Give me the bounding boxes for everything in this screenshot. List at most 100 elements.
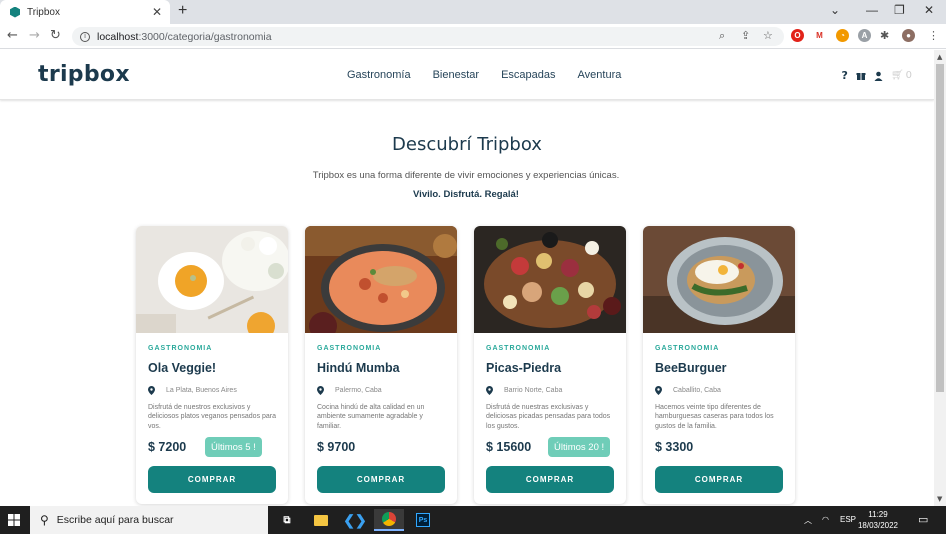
card-title[interactable]: Hindú Mumba xyxy=(317,361,400,375)
card-location: Caballito, Caba xyxy=(655,386,721,395)
user-icon[interactable] xyxy=(874,71,883,81)
vscode-icon[interactable]: ❮❯ xyxy=(340,509,370,531)
header-icons: ? 🛒︎ 0 xyxy=(842,69,912,82)
browser-menu-icon[interactable]: ⋮ xyxy=(928,29,939,42)
url-host: localhost xyxy=(97,30,139,43)
cart-icon[interactable]: 🛒︎ xyxy=(891,70,904,81)
new-tab-icon[interactable]: + xyxy=(178,2,187,20)
buy-button[interactable]: COMPRAR xyxy=(317,466,445,493)
buy-button[interactable]: COMPRAR xyxy=(655,466,783,493)
tripbox-favicon-icon xyxy=(10,6,20,18)
card-location-text: La Plata, Buenos Aires xyxy=(166,387,237,394)
cart-count: 0 xyxy=(905,70,912,81)
nav-bienestar[interactable]: Bienestar xyxy=(433,69,479,81)
card-price: $ 3300 xyxy=(655,440,694,454)
site-header: tripbox Gastronomía Bienestar Escapadas … xyxy=(0,50,934,100)
card-description: Hacemos veinte tipo diferentes de hambur… xyxy=(655,404,774,430)
search-icon: ⚲ xyxy=(40,513,49,527)
photoshop-icon[interactable]: Ps xyxy=(408,509,438,531)
language-indicator[interactable]: ESP xyxy=(840,515,856,524)
close-tab-icon[interactable]: ✕ xyxy=(152,5,162,19)
card-description: Cocina hindú de alta calidad en un ambie… xyxy=(317,404,425,430)
card-location: Palermo, Caba xyxy=(317,386,382,395)
product-card[interactable]: GASTRONOMIA Ola Veggie! La Plata, Buenos… xyxy=(136,226,288,504)
back-icon[interactable]: ← xyxy=(7,28,18,43)
chrome-icon[interactable] xyxy=(374,509,404,531)
windows-taskbar: ⚲ Escribe aquí para buscar ⧉ ❮❯ Ps ︿ ◠ E… xyxy=(0,506,946,534)
tripbox-logo[interactable]: tripbox xyxy=(38,62,130,87)
card-price: $ 15600 xyxy=(486,440,532,454)
hero-subtitle: Tripbox es una forma diferente de vivir … xyxy=(312,170,620,181)
buy-button[interactable]: COMPRAR xyxy=(148,466,276,493)
product-card[interactable]: GASTRONOMIA Picas-Piedra Barrio Norte, C… xyxy=(474,226,626,504)
adblock-extension-icon[interactable]: A xyxy=(858,29,871,42)
gift-icon[interactable] xyxy=(856,71,866,81)
hero-tagline: Vivilo. Disfrutá. Regalá! xyxy=(413,189,519,200)
taskbar-search-placeholder: Escribe aquí para buscar xyxy=(56,514,174,526)
help-icon[interactable]: ? xyxy=(842,69,848,82)
card-title[interactable]: Picas-Piedra xyxy=(486,361,561,375)
card-location-text: Caballito, Caba xyxy=(673,387,721,394)
share-icon[interactable]: ⇪ xyxy=(741,29,750,42)
stock-badge: Últimos 20 ! xyxy=(548,437,611,457)
tab-search-chevron-icon[interactable]: ⌄ xyxy=(830,3,840,17)
url-field[interactable]: i localhost:3000/categoria/gastronomia xyxy=(72,27,784,46)
card-category: GASTRONOMIA xyxy=(317,345,382,352)
card-category: GASTRONOMIA xyxy=(148,345,213,352)
card-title[interactable]: BeeBurguer xyxy=(655,361,727,375)
card-location-text: Barrio Norte, Caba xyxy=(504,387,563,394)
zoom-search-icon[interactable]: ⌕ xyxy=(719,29,725,43)
opera-extension-icon[interactable]: O xyxy=(791,29,804,42)
card-description: Disfrutá de nuestros exclusivos y delici… xyxy=(148,404,277,430)
address-toolbar: ← → ↻ i localhost:3000/categoria/gastron… xyxy=(0,24,946,49)
card-location: Barrio Norte, Caba xyxy=(486,386,562,395)
gmail-extension-icon[interactable]: M xyxy=(813,29,826,42)
reload-icon[interactable]: ↻ xyxy=(50,28,61,43)
clock-time: 11:29 xyxy=(868,510,888,519)
product-image[interactable] xyxy=(474,226,626,333)
location-pin-icon xyxy=(486,386,493,395)
scrollbar-thumb[interactable] xyxy=(936,64,944,392)
scroll-down-icon[interactable]: ▼ xyxy=(937,495,942,503)
notifications-icon[interactable]: ▭ xyxy=(918,513,928,526)
location-pin-icon xyxy=(148,386,155,395)
nav-aventura[interactable]: Aventura xyxy=(578,69,622,81)
stock-badge: Últimos 5 ! xyxy=(205,437,262,457)
close-window-icon[interactable]: ✕ xyxy=(924,3,934,17)
card-category: GASTRONOMIA xyxy=(486,345,551,352)
product-card[interactable]: GASTRONOMIA BeeBurguer Caballito, Caba H… xyxy=(643,226,795,504)
buy-button[interactable]: COMPRAR xyxy=(486,466,614,493)
scroll-up-icon[interactable]: ▲ xyxy=(937,53,942,61)
product-image[interactable] xyxy=(136,226,288,333)
nav-escapadas[interactable]: Escapadas xyxy=(501,69,555,81)
browser-tab[interactable]: Tripbox ✕ xyxy=(0,0,170,24)
bookmark-star-icon[interactable]: ☆ xyxy=(763,29,773,42)
windows-start-icon[interactable] xyxy=(8,514,20,526)
card-title[interactable]: Ola Veggie! xyxy=(148,361,216,375)
task-view-icon[interactable]: ⧉ xyxy=(272,509,302,531)
card-description: Disfrutá de nuestras exclusivas y delici… xyxy=(486,404,611,430)
tray-chevron-icon[interactable]: ︿ xyxy=(804,515,812,526)
restore-icon[interactable]: ❐ xyxy=(894,3,905,17)
product-card[interactable]: GASTRONOMIA Hindú Mumba Palermo, Caba Co… xyxy=(305,226,457,504)
product-image[interactable] xyxy=(305,226,457,333)
file-explorer-icon[interactable] xyxy=(306,509,336,531)
profile-avatar[interactable]: ● xyxy=(902,29,915,42)
site-info-icon[interactable]: i xyxy=(80,31,90,42)
clock-date: 18/03/2022 xyxy=(857,521,899,530)
taskbar-clock[interactable]: 11:29 18/03/2022 xyxy=(856,509,900,531)
taskbar-search-input[interactable]: ⚲ Escribe aquí para buscar xyxy=(30,506,268,534)
page-title: Descubrí Tripbox xyxy=(392,134,542,155)
nav-gastronomia[interactable]: Gastronomía xyxy=(347,69,411,81)
forward-icon[interactable]: → xyxy=(29,28,40,43)
rss-extension-icon[interactable]: ◔ xyxy=(836,29,849,42)
product-image[interactable] xyxy=(643,226,795,333)
wifi-icon[interactable]: ◠ xyxy=(822,515,829,524)
card-location-text: Palermo, Caba xyxy=(335,387,382,394)
tab-title: Tripbox xyxy=(27,6,60,18)
minimize-icon[interactable]: — xyxy=(866,3,878,17)
page-scrollbar[interactable]: ▲ ▼ xyxy=(934,50,946,506)
card-category: GASTRONOMIA xyxy=(655,345,720,352)
card-location: La Plata, Buenos Aires xyxy=(148,386,237,395)
extensions-puzzle-icon[interactable]: ✱ xyxy=(880,29,889,42)
